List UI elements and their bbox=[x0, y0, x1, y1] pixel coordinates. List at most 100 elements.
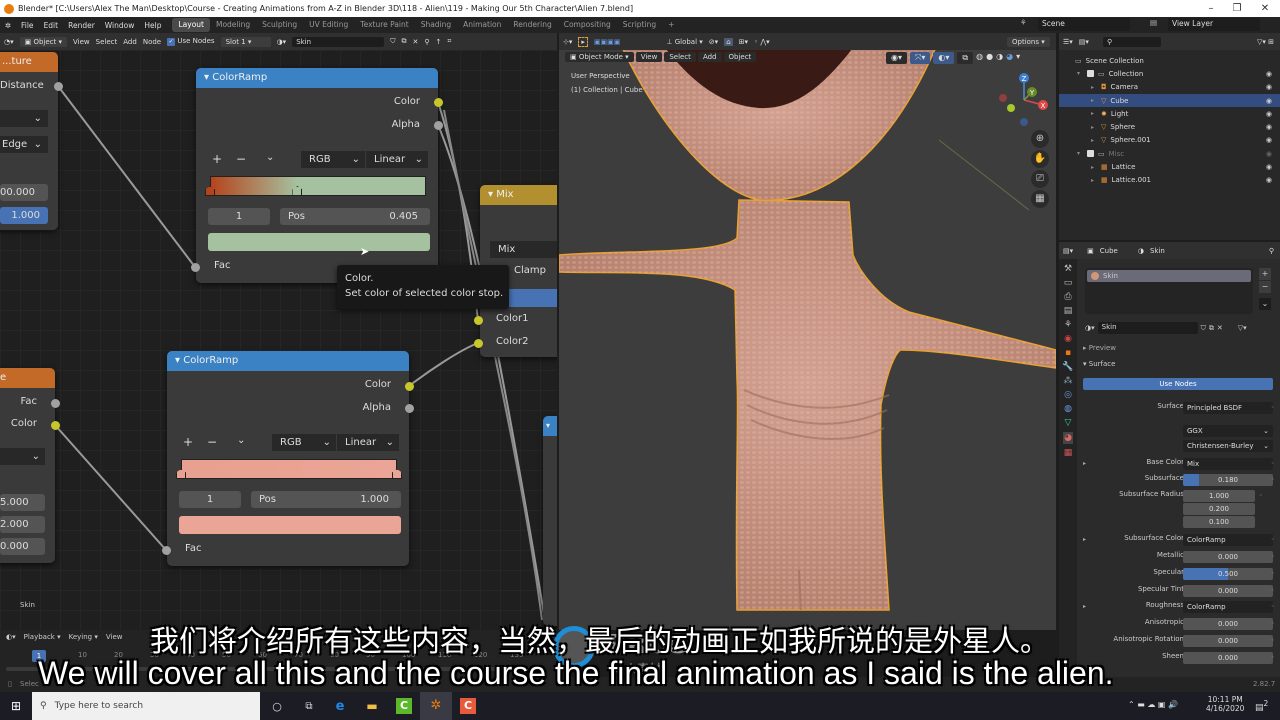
filter-icon[interactable]: ▽▾ ⊞ bbox=[1257, 38, 1274, 46]
shading-options-icon[interactable]: ▾ bbox=[1016, 52, 1020, 64]
tab-texture-paint[interactable]: Texture Paint bbox=[354, 18, 414, 32]
link-socket-icon[interactable]: ◦ bbox=[1271, 570, 1275, 577]
pivot-icon[interactable]: ⊘▾ bbox=[709, 38, 718, 46]
surface-panel-header[interactable]: ▾ Surface bbox=[1083, 360, 1115, 368]
taskbar-search-input[interactable]: ⚲ Type here to search bbox=[32, 692, 260, 720]
snap-toggle-icon[interactable]: ⌂ bbox=[724, 37, 733, 46]
stop-color-swatch[interactable] bbox=[179, 516, 401, 534]
add-slot-button[interactable]: + bbox=[1259, 268, 1271, 280]
outliner-item-sphere-001[interactable]: ▸ ▽ Sphere.001 ◉ bbox=[1059, 134, 1280, 147]
material-slot-item[interactable]: Skin bbox=[1087, 270, 1251, 282]
tab-layout[interactable]: Layout bbox=[172, 18, 210, 32]
link-socket-icon[interactable]: ◦ bbox=[1271, 404, 1275, 411]
tab-animation[interactable]: Animation bbox=[457, 18, 507, 32]
outliner-item-light[interactable]: ▸ ✹ Light ◉ bbox=[1059, 107, 1280, 120]
expand-toggle-icon[interactable]: ▸ bbox=[1091, 137, 1101, 144]
modifier-tab-icon[interactable]: 🔧 bbox=[1062, 362, 1073, 372]
visibility-eye-icon[interactable]: ◉ bbox=[1266, 110, 1272, 118]
socket-alpha-out[interactable] bbox=[405, 404, 414, 413]
camera-view-icon[interactable]: ⎚ bbox=[1031, 170, 1049, 188]
value-field-1[interactable]: 00.000 bbox=[0, 184, 48, 201]
tab-uv-editing[interactable]: UV Editing bbox=[303, 18, 354, 32]
blender-menu-icon[interactable]: ✲ bbox=[0, 21, 16, 30]
node-header[interactable]: ▾ Mix bbox=[480, 185, 557, 205]
snap-target-icon[interactable]: ⊞▾ bbox=[739, 38, 748, 46]
tab-sculpting[interactable]: Sculpting bbox=[256, 18, 303, 32]
material-name-field[interactable]: Skin bbox=[292, 36, 385, 47]
value-field-2[interactable]: 1.000 bbox=[0, 207, 48, 224]
object-tab-icon[interactable]: ▪ bbox=[1065, 348, 1071, 358]
viewport-type-icon[interactable]: ⊹▾ bbox=[563, 38, 572, 46]
tool-tab-icon[interactable]: ⚒ bbox=[1064, 264, 1072, 274]
clock[interactable]: 10:11 PM 4/16/2020 bbox=[1206, 695, 1244, 713]
link-socket-icon[interactable]: ◦ bbox=[1271, 460, 1275, 467]
collapse-icon[interactable]: ▾ bbox=[204, 72, 209, 83]
cortana-icon[interactable]: ○ bbox=[260, 700, 294, 713]
prop-value-field[interactable]: 0.200 bbox=[1183, 503, 1255, 515]
viewport-menu-object[interactable]: Object bbox=[723, 52, 757, 62]
task-view-icon[interactable]: ⧉ bbox=[294, 701, 324, 712]
playback-menu[interactable]: Playback ▾ bbox=[24, 633, 61, 641]
material-shading-icon[interactable]: ◑ bbox=[996, 52, 1003, 64]
wireframe-shading-icon[interactable]: ◍ bbox=[976, 52, 983, 64]
interpolation-dropdown[interactable]: Linear ⌄ bbox=[366, 151, 428, 168]
viewport-menu-view[interactable]: View bbox=[635, 52, 663, 62]
link-socket-icon[interactable]: ◦ bbox=[1259, 492, 1263, 499]
file-explorer-icon[interactable]: ▬ bbox=[356, 699, 388, 713]
camtasia-recorder-icon[interactable]: C bbox=[452, 698, 484, 714]
expand-input-icon[interactable]: ▸ bbox=[1083, 460, 1086, 467]
view-menu[interactable]: View bbox=[106, 633, 123, 641]
render-tab-icon[interactable]: ▭ bbox=[1064, 278, 1073, 288]
remove-slot-button[interactable]: − bbox=[1259, 281, 1271, 293]
visibility-eye-icon[interactable]: ◉ bbox=[1266, 123, 1272, 131]
prop-value-field[interactable]: 0.000 bbox=[1183, 635, 1273, 647]
prop-value-field[interactable]: Christensen-Burley ⌄ bbox=[1183, 440, 1273, 452]
output-node-partial[interactable]: ▾ bbox=[543, 416, 557, 626]
expand-toggle-icon[interactable]: ▸ bbox=[1091, 124, 1101, 131]
blender-taskbar-icon[interactable]: ✲ bbox=[420, 692, 452, 720]
overlay-toggle[interactable]: ◐▾ bbox=[933, 52, 955, 64]
expand-toggle-icon[interactable]: ▸ bbox=[1091, 97, 1101, 104]
display-mode-icon[interactable]: ☰▾ bbox=[1063, 38, 1073, 46]
view-layer-field[interactable]: View Layer bbox=[1168, 18, 1260, 31]
menu-select[interactable]: Select bbox=[96, 38, 118, 46]
clamp-checkbox-label[interactable]: Clamp bbox=[514, 265, 546, 276]
outliner-item-lattice[interactable]: ▸ ▦ Lattice ◉ bbox=[1059, 160, 1280, 173]
tab-shading[interactable]: Shading bbox=[415, 18, 457, 32]
expand-toggle-icon[interactable]: ▾ bbox=[1077, 70, 1087, 77]
pan-hand-icon[interactable]: ✋ bbox=[1031, 150, 1049, 168]
tab-scripting[interactable]: Scripting bbox=[617, 18, 662, 32]
slot-dropdown[interactable]: Slot 1 ▾ bbox=[220, 36, 271, 47]
world-tab-icon[interactable]: ◉ bbox=[1064, 334, 1072, 344]
visibility-dropdown[interactable]: ◉▾ bbox=[886, 52, 907, 64]
tab-compositing[interactable]: Compositing bbox=[558, 18, 617, 32]
outliner-item-lattice-001[interactable]: ▸ ▦ Lattice.001 ◉ bbox=[1059, 174, 1280, 187]
select-tool-icon[interactable]: ▸ bbox=[578, 36, 588, 47]
stop-position-field[interactable]: Pos 1.000 bbox=[251, 491, 401, 508]
menu-window[interactable]: Window bbox=[100, 21, 140, 30]
remove-stop-button[interactable]: − bbox=[207, 435, 217, 449]
outliner-item-camera[interactable]: ▸ ◘ Camera ◉ bbox=[1059, 81, 1280, 94]
stop-position-field[interactable]: Pos 0.405 bbox=[280, 208, 430, 225]
ortho-grid-icon[interactable]: ▦ bbox=[1031, 190, 1049, 208]
preview-panel-header[interactable]: ▸ Preview bbox=[1083, 344, 1116, 352]
shader-type-dropdown[interactable]: ▣ Object ▾ bbox=[19, 36, 68, 47]
link-socket-icon[interactable]: ◦ bbox=[1271, 553, 1275, 560]
socket-fac-in[interactable] bbox=[191, 263, 200, 272]
ramp-menu-button[interactable]: ⌄ bbox=[266, 152, 274, 163]
fake-user-icon[interactable]: ⛉ bbox=[390, 37, 395, 46]
windows-start-icon[interactable]: ⊞ bbox=[0, 699, 32, 713]
solid-shading-icon[interactable]: ● bbox=[986, 52, 993, 64]
fake-user-icon[interactable]: ⛉ bbox=[1201, 324, 1206, 333]
link-socket-icon[interactable]: ◦ bbox=[1271, 637, 1275, 644]
use-nodes-button[interactable]: Use Nodes bbox=[1083, 378, 1273, 390]
material-icon[interactable]: ◑▾ bbox=[277, 38, 287, 46]
tray-icons[interactable]: ⌃ ▬ ☁ ▣ 🔊 bbox=[1128, 700, 1178, 709]
remove-stop-button[interactable]: − bbox=[236, 152, 246, 166]
add-stop-button[interactable]: + bbox=[212, 152, 222, 166]
visibility-eye-icon[interactable]: ◉ bbox=[1266, 163, 1272, 171]
socket-color-out[interactable] bbox=[434, 98, 443, 107]
3d-viewport[interactable]: User Perspective (1) Collection | Cube Z… bbox=[559, 50, 1056, 630]
menu-file[interactable]: File bbox=[16, 21, 39, 30]
snap-icon[interactable]: ⌗ bbox=[447, 37, 451, 46]
